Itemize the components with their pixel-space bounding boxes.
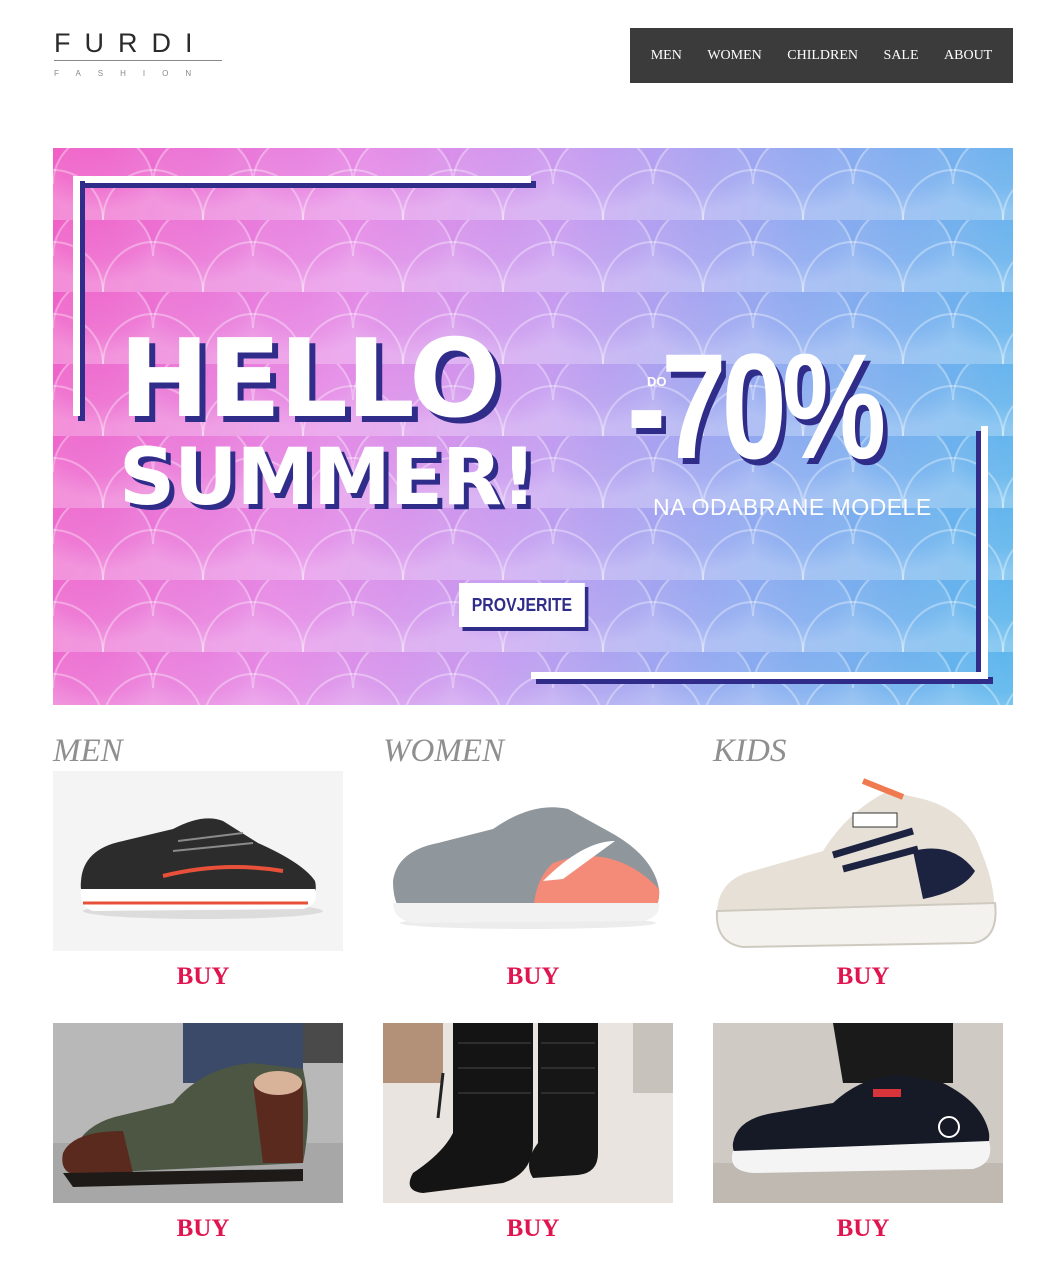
nav-item-men[interactable]: MEN xyxy=(651,48,682,64)
hero-cta-button[interactable]: PROVJERITE xyxy=(459,583,585,627)
product-image[interactable] xyxy=(713,771,1003,951)
frame-left xyxy=(73,176,80,416)
hero-prefix: DO xyxy=(647,374,667,389)
logo-divider xyxy=(54,60,222,61)
buy-button[interactable]: BUY xyxy=(388,963,678,991)
product-image[interactable] xyxy=(383,1023,673,1203)
kids-sneaker-black-icon xyxy=(713,1023,1003,1203)
hero-headline-1: HELLO xyxy=(119,317,501,442)
frame-top xyxy=(73,176,531,183)
hero-subtitle: NA ODABRANE MODELE xyxy=(653,494,932,520)
nav-item-sale[interactable]: SALE xyxy=(884,48,919,64)
nav-item-about[interactable]: ABOUT xyxy=(944,48,992,64)
product-image[interactable] xyxy=(53,771,343,951)
nav-item-women[interactable]: WOMEN xyxy=(707,48,761,64)
running-sneaker-black-icon xyxy=(53,771,343,951)
category-title-men[interactable]: MEN xyxy=(53,733,123,770)
main-nav: MEN WOMEN CHILDREN SALE ABOUT xyxy=(630,28,1013,83)
brand-logo[interactable]: FURDI FASHION xyxy=(54,28,222,78)
hero-banner[interactable]: HELLO SUMMER! -70% DO NA ODABRANE MODELE… xyxy=(53,148,1013,705)
winter-boot-black-icon xyxy=(383,1023,673,1203)
category-title-kids[interactable]: KIDS xyxy=(713,733,786,770)
buy-button[interactable]: BUY xyxy=(58,1215,348,1243)
frame-right xyxy=(981,426,988,679)
frame-bottom xyxy=(531,672,988,679)
product-image[interactable] xyxy=(383,771,673,951)
nav-item-children[interactable]: CHILDREN xyxy=(787,48,858,64)
running-sneaker-grey-coral-icon xyxy=(383,771,673,951)
hero-discount: -70% xyxy=(627,322,886,490)
leather-boot-green-icon xyxy=(53,1023,343,1203)
brand-name: FURDI xyxy=(54,28,207,58)
brand-tagline: FASHION xyxy=(54,69,209,78)
category-title-women[interactable]: WOMEN xyxy=(383,733,504,770)
product-image[interactable] xyxy=(713,1023,1003,1203)
kids-sneaker-white-icon xyxy=(713,771,1003,951)
hero-headline-2: SUMMER! xyxy=(119,433,537,523)
buy-button[interactable]: BUY xyxy=(388,1215,678,1243)
buy-button[interactable]: BUY xyxy=(58,963,348,991)
buy-button[interactable]: BUY xyxy=(718,1215,1008,1243)
buy-button[interactable]: BUY xyxy=(718,963,1008,991)
product-image[interactable] xyxy=(53,1023,343,1203)
